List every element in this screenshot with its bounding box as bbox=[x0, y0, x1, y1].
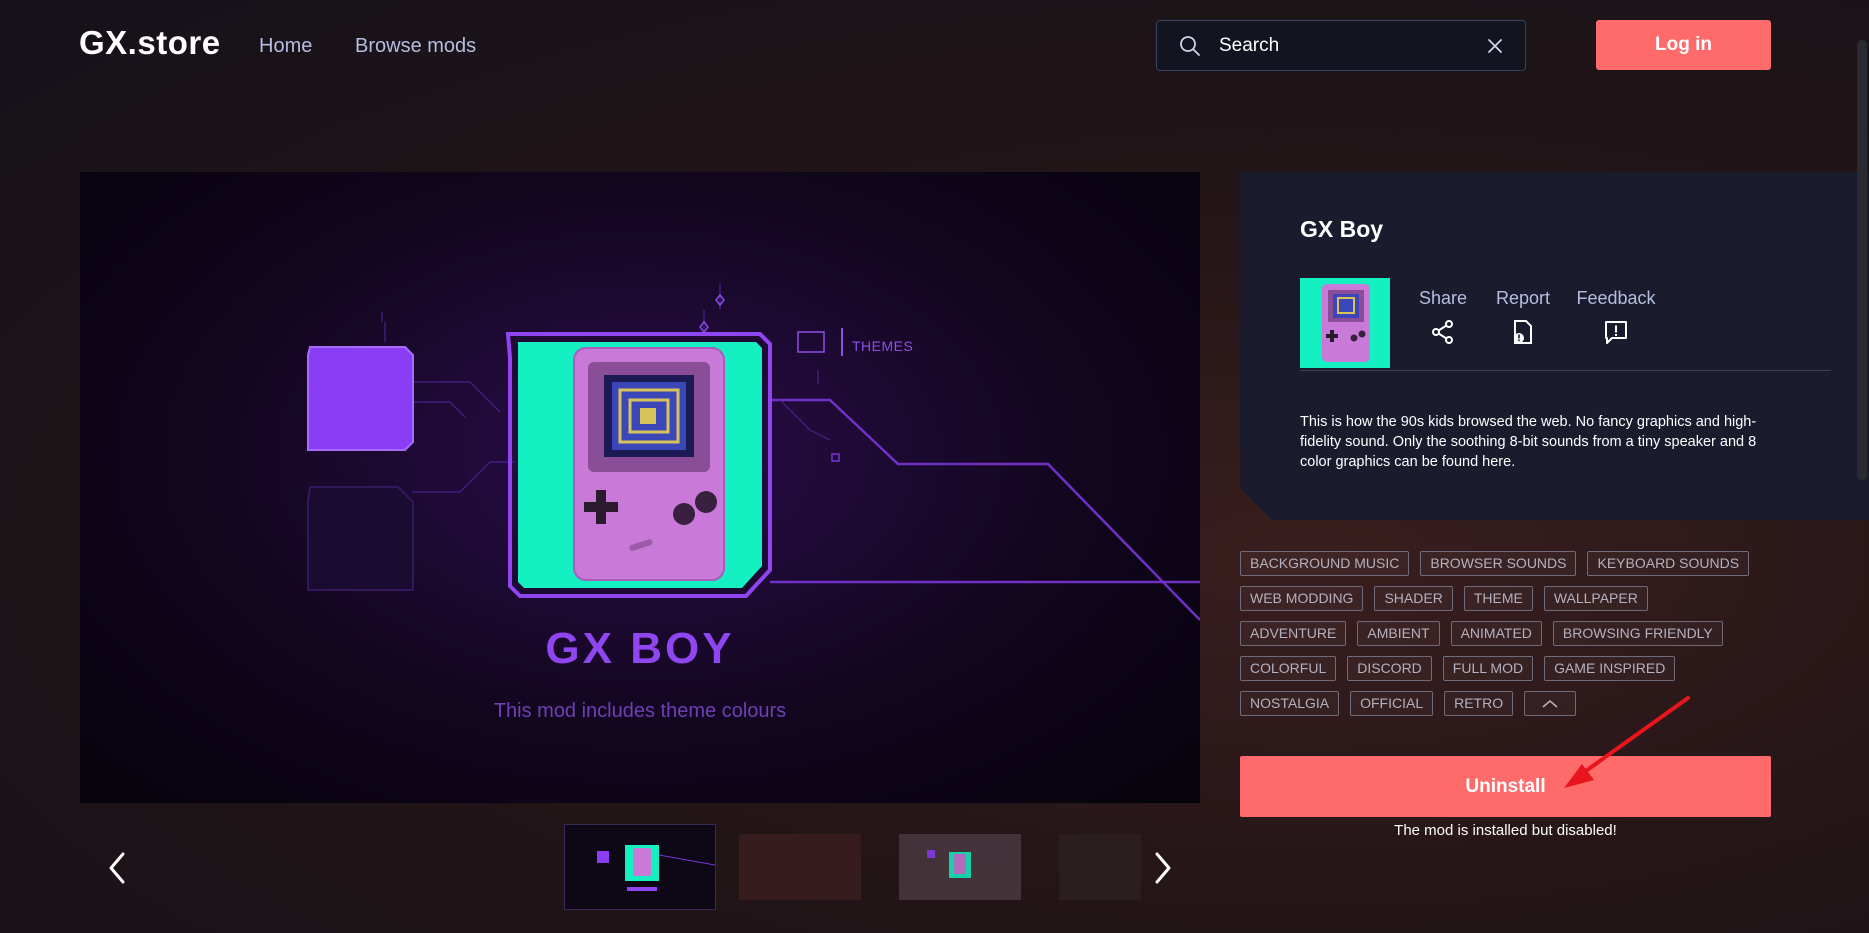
tag-keyboard-sounds[interactable]: KEYBOARD SOUNDS bbox=[1587, 551, 1750, 576]
gallery-thumbnail-4[interactable] bbox=[1059, 834, 1141, 900]
nav-home[interactable]: Home bbox=[259, 35, 312, 58]
gallery-thumbnail-2[interactable] bbox=[739, 834, 861, 900]
login-button[interactable]: Log in bbox=[1596, 20, 1771, 70]
tag-theme[interactable]: THEME bbox=[1463, 586, 1533, 611]
annotation-arrow-icon bbox=[1564, 696, 1690, 788]
tag-nostalgia[interactable]: NOSTALGIA bbox=[1240, 691, 1340, 716]
tag-list: BACKGROUND MUSIC BROWSER SOUNDS KEYBOARD… bbox=[1240, 551, 1800, 726]
tag-row: WEB MODDING SHADER THEME WALLPAPER bbox=[1240, 586, 1800, 611]
mod-icon bbox=[1300, 278, 1390, 368]
mod-description: This is how the 90s kids browsed the web… bbox=[1300, 414, 1757, 470]
feedback-action[interactable]: Feedback bbox=[1575, 288, 1657, 345]
site-logo[interactable]: GX.store bbox=[79, 24, 221, 62]
share-action[interactable]: Share bbox=[1418, 288, 1468, 345]
gallery-thumbnail-3[interactable] bbox=[899, 834, 1021, 900]
tag-game-inspired[interactable]: GAME INSPIRED bbox=[1544, 656, 1676, 681]
thumbnail-image bbox=[927, 850, 971, 878]
tag-background-music[interactable]: BACKGROUND MUSIC bbox=[1240, 551, 1410, 576]
divider bbox=[1300, 370, 1831, 371]
tag-wallpaper[interactable]: WALLPAPER bbox=[1543, 586, 1648, 611]
hero-subtitle: This mod includes theme colours bbox=[493, 700, 787, 722]
scrollbar-thumb[interactable] bbox=[1857, 40, 1867, 480]
tag-browsing-friendly[interactable]: BROWSING FRIENDLY bbox=[1552, 621, 1723, 646]
tag-row: ADVENTURE AMBIENT ANIMATED BROWSING FRIE… bbox=[1240, 621, 1800, 646]
hero-banner: THEMES GX BOY This mod includes theme co… bbox=[80, 172, 1200, 803]
chevron-right-icon[interactable] bbox=[1147, 848, 1177, 888]
gallery-thumbnail-1[interactable] bbox=[564, 824, 716, 910]
search-box[interactable] bbox=[1156, 20, 1526, 71]
header: GX.store Home Browse mods Log in bbox=[0, 0, 1869, 90]
tag-ambient[interactable]: AMBIENT bbox=[1357, 621, 1440, 646]
tag-discord[interactable]: DISCORD bbox=[1347, 656, 1432, 681]
feedback-icon bbox=[1603, 319, 1629, 345]
search-input[interactable] bbox=[1219, 33, 1479, 59]
tag-row: COLORFUL DISCORD FULL MOD GAME INSPIRED bbox=[1240, 656, 1800, 681]
tag-browser-sounds[interactable]: BROWSER SOUNDS bbox=[1420, 551, 1577, 576]
chevron-up-icon bbox=[1542, 699, 1558, 708]
nav-browse-mods[interactable]: Browse mods bbox=[355, 35, 476, 58]
chevron-left-icon[interactable] bbox=[103, 848, 133, 888]
hero-themes-label: THEMES bbox=[852, 338, 914, 354]
share-label: Share bbox=[1418, 288, 1468, 308]
tag-row: NOSTALGIA OFFICIAL RETRO bbox=[1240, 691, 1800, 716]
report-action[interactable]: Report bbox=[1493, 288, 1553, 345]
tag-row: BACKGROUND MUSIC BROWSER SOUNDS KEYBOARD… bbox=[1240, 551, 1800, 576]
hero-title: GX BOY bbox=[545, 624, 735, 673]
report-icon bbox=[1510, 319, 1536, 345]
tag-adventure[interactable]: ADVENTURE bbox=[1240, 621, 1347, 646]
tag-retro[interactable]: RETRO bbox=[1444, 691, 1514, 716]
tag-official[interactable]: OFFICIAL bbox=[1350, 691, 1434, 716]
mod-info-panel: GX Boy Share Report Feedback This is how… bbox=[1240, 172, 1869, 520]
tag-colorful[interactable]: COLORFUL bbox=[1240, 656, 1337, 681]
tag-shader[interactable]: SHADER bbox=[1374, 586, 1453, 611]
tag-animated[interactable]: ANIMATED bbox=[1450, 621, 1542, 646]
tag-full-mod[interactable]: FULL MOD bbox=[1442, 656, 1534, 681]
close-icon[interactable] bbox=[1487, 38, 1503, 54]
install-status: The mod is installed but disabled! bbox=[1394, 822, 1617, 839]
search-icon bbox=[1180, 36, 1200, 56]
report-label: Report bbox=[1495, 288, 1551, 308]
share-icon bbox=[1430, 319, 1456, 345]
mod-title: GX Boy bbox=[1300, 216, 1384, 242]
page-scrollbar[interactable] bbox=[1855, 0, 1869, 933]
feedback-label: Feedback bbox=[1576, 288, 1656, 308]
tag-web-modding[interactable]: WEB MODDING bbox=[1240, 586, 1364, 611]
thumbnail-image bbox=[597, 845, 715, 891]
